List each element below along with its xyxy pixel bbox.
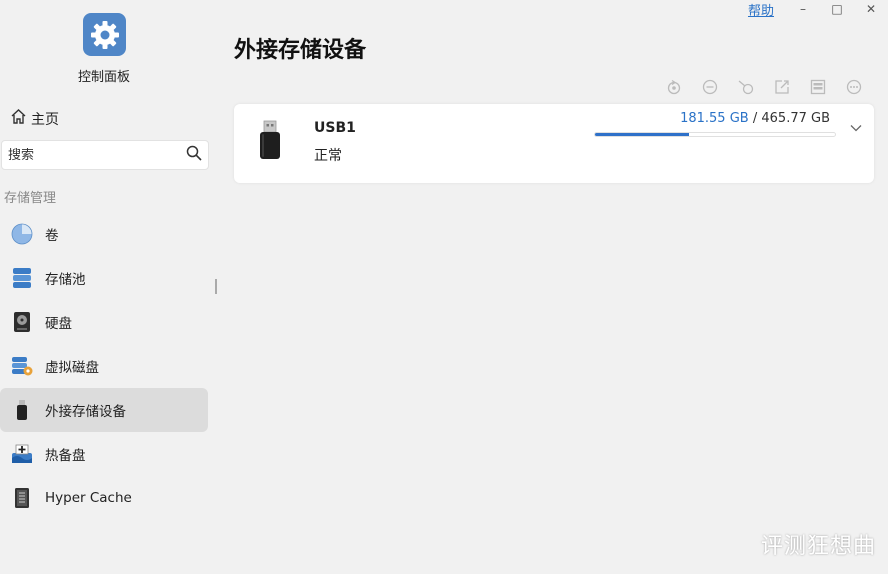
volume-pie-icon [11,223,33,245]
search-box[interactable] [1,140,209,170]
home-icon [10,108,27,129]
maximize-button[interactable]: □ [820,2,854,16]
app-title: 控制面板 [77,70,130,85]
sidebar-nav: 卷 存储池 硬盘 虚拟磁盘 外接存储设备 热备盘 Hyper Cache [0,212,208,520]
virtual-disk-icon [11,355,33,377]
sidebar-resize-handle[interactable] [215,279,217,294]
sidebar-item-volume[interactable]: 卷 [0,212,208,256]
usb-drive-icon [258,120,282,164]
sidebar-item-storage-pool[interactable]: 存储池 [0,256,208,300]
eject-icon[interactable] [698,78,721,96]
capacity-text: 181.55 GB / 465.77 GB [594,111,830,126]
storage-pool-icon [11,267,33,289]
export-icon[interactable] [770,78,793,96]
sidebar-item-label: 虚拟磁盘 [45,360,99,376]
watermark: 评测狂想曲 [760,534,876,559]
page-title: 外接存储设备 [234,38,367,63]
sidebar-item-hot-spare[interactable]: 热备盘 [0,432,208,476]
unmount-icon[interactable] [734,78,757,96]
capacity-bar [594,132,836,137]
hyper-cache-icon [11,487,33,509]
help-link[interactable]: 帮助 [748,0,774,19]
sidebar-item-hyper-cache[interactable]: Hyper Cache [0,476,208,520]
section-title-storage: 存储管理 [4,191,57,206]
sidebar-item-label: Hyper Cache [45,490,132,506]
more-icon[interactable] [842,78,865,96]
capacity-bar-fill [595,133,689,136]
sidebar-item-label: 存储池 [45,272,86,288]
device-card[interactable]: USB1 正常 181.55 GB / 465.77 GB [234,104,874,183]
sidebar: 控制面板 主页 存储管理 卷 存储池 硬盘 [0,0,214,574]
sidebar-item-label: 热备盘 [45,448,86,464]
search-icon[interactable] [186,145,202,165]
usb-drive-icon [11,399,33,421]
capacity-total: 465.77 GB [761,111,830,126]
chevron-down-icon[interactable] [849,120,863,139]
hot-spare-icon [11,443,33,465]
minimize-button[interactable]: – [786,2,820,16]
capacity-used: 181.55 GB [680,111,749,126]
gear-icon [83,13,126,56]
sidebar-item-label: 硬盘 [45,316,72,332]
sidebar-item-label: 卷 [45,228,59,244]
toolbar [662,78,865,96]
format-icon[interactable] [806,78,829,96]
capacity-separator: / [752,111,758,126]
device-name: USB1 [314,120,356,136]
hard-disk-icon [11,311,33,333]
home-link[interactable]: 主页 [10,108,59,129]
sidebar-item-virtual-disk[interactable]: 虚拟磁盘 [0,344,208,388]
sidebar-item-external-storage[interactable]: 外接存储设备 [0,388,208,432]
refresh-icon[interactable] [662,78,685,96]
sidebar-item-label: 外接存储设备 [45,404,126,420]
home-label: 主页 [31,111,59,128]
sidebar-item-hard-disk[interactable]: 硬盘 [0,300,208,344]
window-controls: 帮助 – □ ✕ [748,0,888,19]
search-input[interactable] [8,147,186,163]
device-status: 正常 [314,148,342,164]
close-button[interactable]: ✕ [854,2,888,16]
